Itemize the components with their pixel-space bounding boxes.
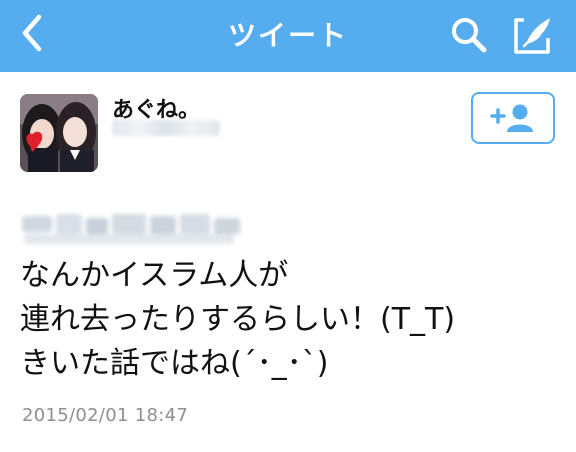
- compose-icon: [514, 18, 550, 54]
- tweet-line: きいた話ではね(´･_･`): [20, 346, 329, 381]
- search-button[interactable]: [446, 12, 492, 58]
- add-user-icon: [490, 104, 533, 132]
- follow-button[interactable]: [471, 92, 555, 144]
- tweet-timestamp: 2015/02/01 18:47: [22, 405, 189, 426]
- navigation-bar: ツイート: [0, 0, 576, 72]
- avatar[interactable]: [20, 94, 98, 172]
- avatar-photo: [20, 94, 98, 172]
- tweet-text: なんかイスラム人が 連れ去ったりするらしい！(T_T) きいた話ではね(´･_･…: [20, 254, 560, 386]
- tweet-detail-screen: ツイート あぐね。 なんかイスラム人が 連れ去ったりするらしい！(T_T) きい…: [0, 0, 576, 452]
- author-handle-redacted: [112, 120, 220, 136]
- tweet-line: なんかイスラム人が: [20, 258, 289, 293]
- tweet-line: 連れ去ったりするらしい！(T_T): [20, 302, 456, 337]
- compose-button[interactable]: [510, 12, 556, 58]
- search-icon: [452, 18, 487, 53]
- mention-redacted: [22, 214, 240, 244]
